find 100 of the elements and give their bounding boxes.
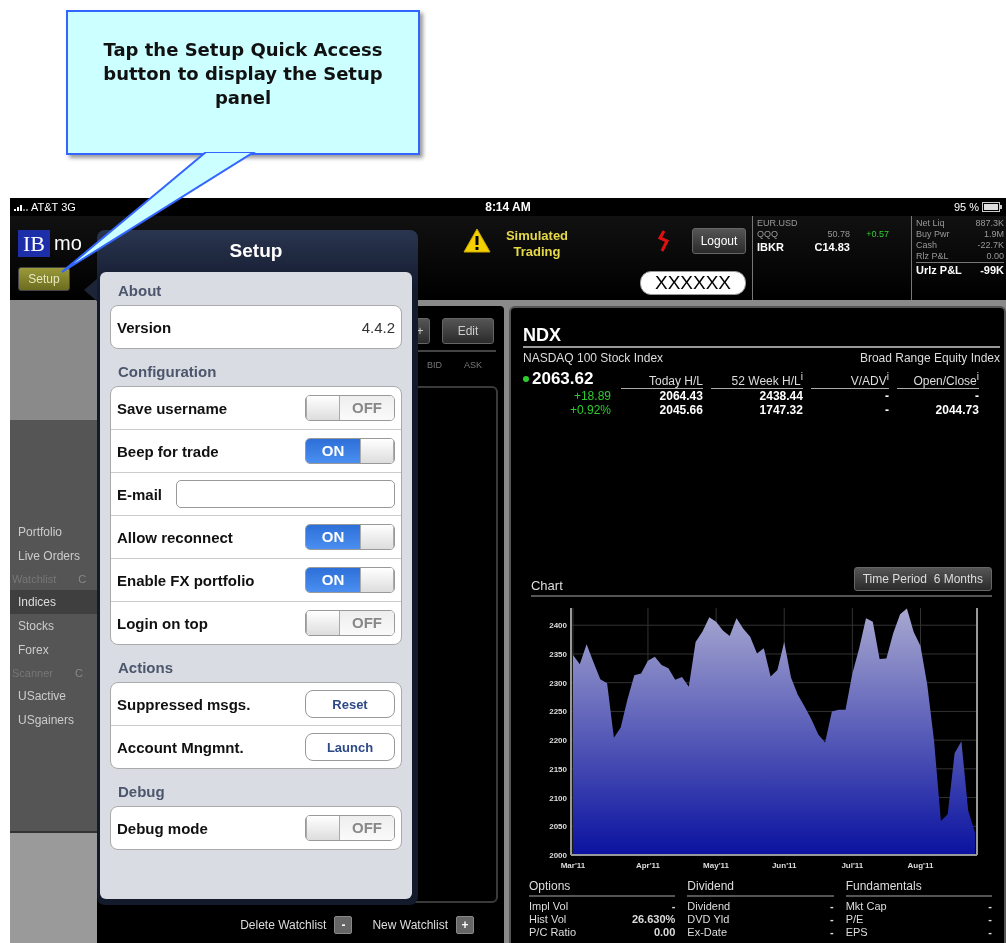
- section-heading: Actions: [117, 658, 174, 678]
- field-value: 0.00: [653, 926, 676, 939]
- setting-label: E-mail: [117, 485, 162, 503]
- quote-price: 50.78: [826, 229, 851, 240]
- quote-symbol[interactable]: QQQ: [757, 229, 801, 240]
- logout-button[interactable]: Logout: [692, 228, 746, 254]
- chart-title: Chart: [531, 578, 563, 593]
- account-label: Rlz P&L: [916, 251, 949, 262]
- setting-label: Account Mngmnt.: [117, 738, 244, 756]
- column-heading: Today H/L: [621, 374, 703, 389]
- popover-title: Setup: [228, 239, 284, 263]
- logo-mark: IB: [18, 230, 50, 257]
- sidebar-item[interactable]: USgainers: [10, 708, 97, 732]
- field-label: P/E: [845, 913, 864, 926]
- field-label: Ex-Date: [687, 926, 728, 939]
- section-title: Fundamentals: [845, 877, 992, 897]
- column-heading: V/ADV$^{i}$: [811, 371, 889, 389]
- account-value: 0.00: [986, 251, 1004, 262]
- account-value: 1.9M: [984, 229, 1004, 240]
- account-value: -22.7K: [977, 240, 1004, 251]
- axis-label: Aug'11: [907, 861, 934, 870]
- time-period-button[interactable]: Time Period 6 Months: [853, 567, 992, 591]
- sidebar-item[interactable]: Forex: [10, 638, 97, 662]
- action-button[interactable]: Launch: [305, 733, 395, 761]
- field-value: -: [830, 913, 834, 926]
- toggle-switch[interactable]: ON: [305, 438, 395, 464]
- zigzag-icon: [658, 230, 670, 252]
- toolbar-button[interactable]: Edit: [442, 318, 494, 344]
- section-title: Options: [529, 877, 676, 897]
- account-value: -99K: [980, 263, 1004, 277]
- callout-text: Tap the Setup Quick Access button to display the Setup panel: [102, 38, 384, 110]
- field-value: -: [830, 900, 834, 913]
- field-value: -: [671, 900, 676, 913]
- toggle-switch[interactable]: OFF: [305, 610, 395, 636]
- symbol-title: NDX: [523, 324, 1000, 348]
- axis-label: 2250: [549, 707, 567, 717]
- field-label: Dividend: [687, 900, 731, 913]
- section-title: Dividend: [687, 877, 834, 897]
- section-heading: Configuration: [117, 362, 218, 382]
- field-value: 26.630%: [631, 913, 676, 926]
- field-label: DVD Yld: [687, 913, 730, 926]
- account-label: Net Liq: [916, 218, 945, 229]
- account-label: Cash: [916, 240, 937, 251]
- axis-label: 2100: [549, 793, 567, 803]
- warning-icon: [463, 228, 491, 253]
- instrument-category: Broad Range Equity Index: [859, 351, 1000, 365]
- quote-value: 1747.32: [758, 403, 803, 417]
- field-value: -: [988, 900, 992, 913]
- new-watchlist-label: New Watchlist: [372, 918, 448, 932]
- column-heading: Open/Close$^{i}$: [897, 371, 979, 389]
- axis-label: 2300: [549, 678, 567, 688]
- axis-label: 2200: [549, 736, 567, 746]
- setting-label: Version: [117, 318, 172, 336]
- setting-label: Save username: [117, 399, 228, 417]
- toggle-switch[interactable]: OFF: [305, 395, 395, 421]
- quote-value: -: [884, 403, 889, 417]
- toggle-switch[interactable]: ON: [305, 567, 395, 593]
- field-value: -: [988, 926, 992, 939]
- quote-value: 2045.66: [658, 403, 703, 417]
- quote-symbol[interactable]: IBKR: [757, 240, 801, 254]
- setting-label: Debug mode: [117, 819, 208, 837]
- delete-watchlist-button[interactable]: -: [334, 916, 353, 934]
- column-header: BID: [426, 360, 442, 370]
- quote-change: +0.57: [865, 229, 889, 240]
- toggle-switch[interactable]: OFF: [305, 815, 395, 841]
- axis-label: 2050: [549, 822, 567, 832]
- account-id: XXXXXX: [639, 271, 746, 295]
- sidebar-item[interactable]: Stocks: [10, 614, 97, 638]
- axis-label: 2400: [549, 621, 567, 631]
- battery-percent: 95 %: [953, 201, 979, 213]
- setup-button[interactable]: Setup: [18, 267, 70, 291]
- email-field[interactable]: [176, 480, 395, 508]
- field-label: Impl Vol: [529, 900, 569, 913]
- axis-label: 2000: [549, 851, 567, 860]
- axis-label: Mar'11: [560, 861, 586, 870]
- quote-value: 2064.43: [658, 389, 703, 403]
- axis-label: 2150: [549, 764, 567, 774]
- sidebar-item[interactable]: Indices: [10, 590, 97, 614]
- axis-label: 2350: [549, 649, 567, 659]
- column-header: ASK: [463, 360, 482, 370]
- action-button[interactable]: Reset: [305, 690, 395, 718]
- field-label: Mkt Cap: [845, 900, 887, 913]
- clock-time: 8:14 AM: [485, 200, 531, 214]
- quote-value: -: [974, 389, 979, 403]
- logo-text: mo: [54, 232, 82, 255]
- new-watchlist-button[interactable]: +: [456, 916, 474, 934]
- axis-label: Apr'11: [635, 861, 660, 870]
- sidebar-item[interactable]: Live Orders: [10, 544, 97, 568]
- last-price: 2063.62: [532, 369, 594, 389]
- axis-label: May'11: [703, 861, 730, 870]
- sidebar-item[interactable]: Portfolio: [10, 520, 97, 544]
- field-value: -: [988, 913, 992, 926]
- carrier-label: AT&T 3G: [31, 201, 76, 213]
- toggle-switch[interactable]: ON: [305, 524, 395, 550]
- quote-symbol[interactable]: EUR.USD: [757, 218, 801, 229]
- account-label: Urlz P&L: [916, 263, 962, 277]
- sidebar-item[interactable]: USactive: [10, 684, 97, 708]
- quote-value: -: [884, 389, 889, 403]
- field-value: -: [830, 926, 834, 939]
- quote-price: C14.83: [813, 240, 851, 254]
